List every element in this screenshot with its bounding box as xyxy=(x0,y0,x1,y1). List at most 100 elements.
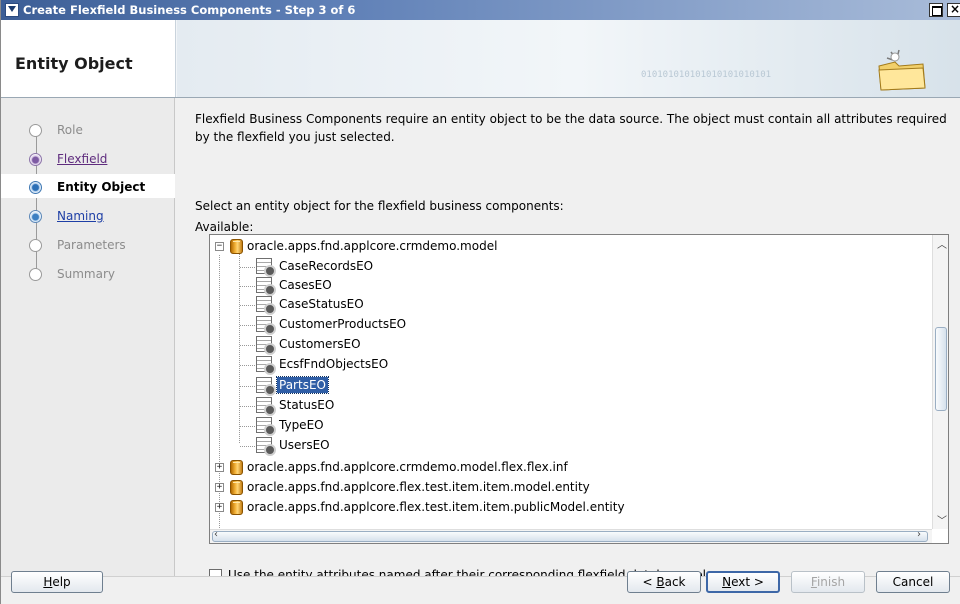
nav-step-entity-object: Entity Object xyxy=(29,177,169,197)
entity-tree[interactable]: − oracle.apps.fnd.applcore.crmdemo.model… xyxy=(209,234,949,544)
tree-entity-row[interactable]: UsersEO xyxy=(240,436,556,456)
entity-label: CustomerProductsEO xyxy=(279,317,407,331)
package-label: oracle.apps.fnd.applcore.flex.test.item.… xyxy=(247,500,625,514)
tree-connector xyxy=(240,305,255,306)
cancel-button[interactable]: Cancel xyxy=(876,571,950,593)
entity-object-icon xyxy=(256,377,276,396)
nav-step-label[interactable]: Flexfield xyxy=(57,152,107,166)
scroll-down-icon[interactable]: ﹀ xyxy=(937,512,947,527)
close-icon[interactable]: × xyxy=(947,3,960,17)
scroll-up-icon[interactable]: ︿ xyxy=(937,236,947,251)
step-dot-icon xyxy=(29,268,42,281)
help-button-visible[interactable]: Help xyxy=(11,571,103,593)
tree-entity-row[interactable]: CaseRecordsEO xyxy=(240,257,556,277)
expand-icon[interactable]: + xyxy=(215,463,224,472)
back-mnemonic: B xyxy=(656,575,665,589)
wizard-window: Create Flexfield Business Components - S… xyxy=(0,0,960,604)
nav-step-summary: Summary xyxy=(29,264,169,284)
tree-entity-row[interactable]: TypeEO xyxy=(240,416,556,436)
scroll-left-icon[interactable]: ‹ xyxy=(214,529,218,540)
maximize-icon[interactable] xyxy=(929,3,943,17)
vertical-scroll-thumb[interactable] xyxy=(935,327,947,411)
entity-object-icon xyxy=(256,258,276,277)
tree-entity-row[interactable]: StatusEO xyxy=(240,396,556,416)
tree-connector xyxy=(239,253,240,443)
entity-label: CasesEO xyxy=(279,278,332,292)
nav-step-parameters: Parameters xyxy=(29,235,169,255)
entity-object-icon xyxy=(256,437,276,456)
help-label: elp xyxy=(52,575,71,589)
finish-button[interactable]: Finish xyxy=(791,571,865,593)
package-icon xyxy=(230,480,243,495)
horizontal-scroll-thumb[interactable] xyxy=(212,531,928,542)
wizard-steps-nav: Role Flexfield Entity Object Naming Para… xyxy=(1,98,175,576)
tree-connector xyxy=(240,286,255,287)
package-icon xyxy=(230,460,243,475)
tree-entity-row[interactable]: EcsfFndObjectsEO xyxy=(240,355,556,375)
step-description: Flexfield Business Components require an… xyxy=(195,112,947,144)
back-label: ack xyxy=(664,575,686,589)
package-label: oracle.apps.fnd.applcore.flex.test.item.… xyxy=(247,480,590,494)
tree-package-row[interactable]: + oracle.apps.fnd.applcore.flex.test.ite… xyxy=(215,498,815,518)
tree-entity-row[interactable]: CustomerProductsEO xyxy=(240,315,556,335)
nav-step-label[interactable]: Naming xyxy=(57,209,104,223)
title-bar: Create Flexfield Business Components - S… xyxy=(1,0,960,20)
entity-object-icon xyxy=(256,356,276,375)
step-dot-icon xyxy=(29,181,42,194)
available-label: Available: xyxy=(195,220,254,234)
back-button[interactable]: < Back xyxy=(627,571,701,593)
step-dot-icon xyxy=(29,124,42,137)
tree-entity-row[interactable]: CaseStatusEO xyxy=(240,295,556,315)
tree-package-row[interactable]: + oracle.apps.fnd.applcore.crmdemo.model… xyxy=(215,458,815,478)
back-prefix: < xyxy=(642,575,657,589)
entity-object-icon xyxy=(256,277,276,296)
entity-label: PartsEO xyxy=(276,376,329,394)
entity-object-icon xyxy=(256,397,276,416)
tree-connector xyxy=(240,406,255,407)
scroll-right-icon[interactable]: › xyxy=(917,529,921,540)
entity-object-icon xyxy=(256,417,276,436)
entity-label: UsersEO xyxy=(279,438,330,452)
step-dot-icon xyxy=(29,153,42,166)
wizard-header: Entity Object 010101010101010101010101 xyxy=(1,20,960,98)
next-button[interactable]: Next > xyxy=(706,571,780,593)
binary-decoration: 010101010101010101010101 xyxy=(641,70,772,80)
entity-object-icon xyxy=(256,296,276,315)
entity-label: CaseRecordsEO xyxy=(279,259,374,273)
tree-package-row[interactable]: + oracle.apps.fnd.applcore.flex.test.ite… xyxy=(215,478,815,498)
nav-step-naming[interactable]: Naming xyxy=(29,206,169,226)
tree-connector xyxy=(240,365,255,366)
step-dot-icon xyxy=(29,239,42,252)
tree-entity-row-selected[interactable]: PartsEO xyxy=(240,376,556,396)
entity-label: CustomersEO xyxy=(279,337,361,351)
nav-step-label: Role xyxy=(57,123,83,137)
page-title: Entity Object xyxy=(15,54,133,73)
vertical-scrollbar[interactable]: ︿ ﹀ xyxy=(932,235,948,529)
nav-step-label: Summary xyxy=(57,267,115,281)
tree-entity-row[interactable]: CasesEO xyxy=(240,276,556,296)
tree-entity-row[interactable]: CustomersEO xyxy=(240,335,556,355)
next-mnemonic: N xyxy=(722,575,732,589)
header-divider xyxy=(175,20,176,97)
tree-package-row[interactable]: − oracle.apps.fnd.applcore.crmdemo.model xyxy=(215,237,715,257)
tree-connector xyxy=(240,267,255,268)
expand-icon[interactable]: + xyxy=(215,503,224,512)
collapse-icon[interactable]: − xyxy=(215,242,224,251)
horizontal-scrollbar[interactable]: ‹ › xyxy=(210,529,932,543)
tree-connector xyxy=(240,386,255,387)
package-label: oracle.apps.fnd.applcore.crmdemo.model xyxy=(247,239,498,253)
wizard-folder-icon xyxy=(878,49,926,91)
entity-object-icon xyxy=(256,336,276,355)
nav-step-label: Parameters xyxy=(57,238,126,252)
tree-connector xyxy=(240,325,255,326)
nav-step-flexfield[interactable]: Flexfield xyxy=(29,149,169,169)
entity-label: TypeEO xyxy=(279,418,324,432)
window-menu-icon[interactable] xyxy=(5,3,19,17)
nav-step-role: Role xyxy=(29,120,169,140)
tree-connector xyxy=(240,426,255,427)
tree-viewport: − oracle.apps.fnd.applcore.crmdemo.model… xyxy=(210,235,932,529)
entity-label: StatusEO xyxy=(279,398,335,412)
selection-prompt: Select an entity object for the flexfiel… xyxy=(195,199,564,213)
expand-icon[interactable]: + xyxy=(215,483,224,492)
entity-label: EcsfFndObjectsEO xyxy=(279,357,389,371)
